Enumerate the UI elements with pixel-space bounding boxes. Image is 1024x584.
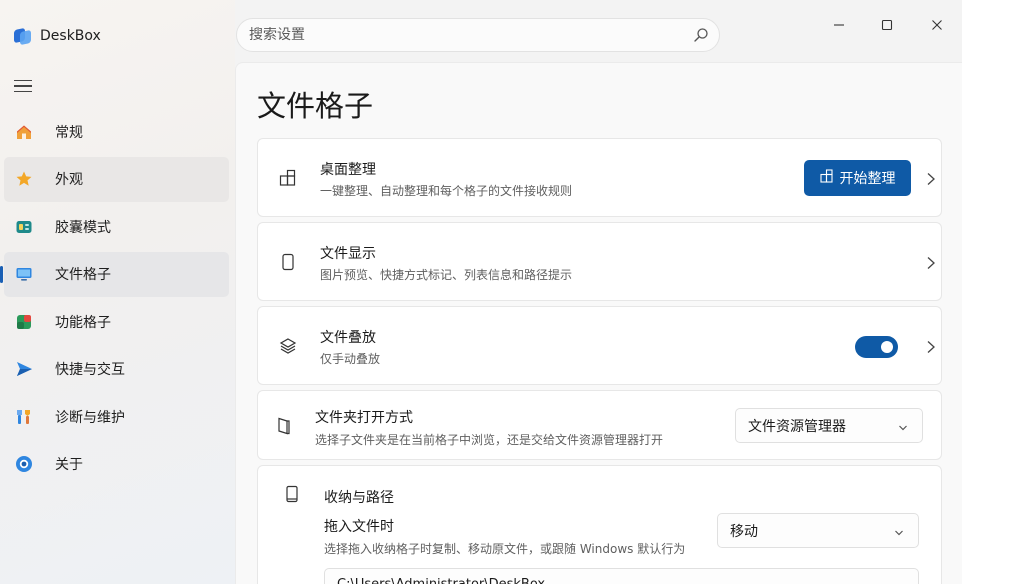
chevron-right-icon[interactable]	[925, 339, 937, 353]
drag-setting-title: 拖入文件时	[324, 519, 394, 535]
sidebar-item-appearance[interactable]: 外观	[4, 156, 229, 202]
sidebar-item-shortcuts[interactable]: 快捷与交互	[4, 347, 229, 392]
app-name: DeskBox	[40, 28, 101, 44]
capsule-icon	[14, 217, 34, 237]
phone-icon	[282, 484, 302, 504]
sidebar-item-label: 快捷与交互	[55, 362, 125, 378]
card-description: 仅手动叠放	[320, 352, 381, 366]
sidebar-item-function-grid[interactable]: 功能格子	[4, 299, 229, 344]
chevron-down-icon	[894, 526, 904, 536]
sidebar-item-general[interactable]: 常规	[4, 109, 229, 154]
info-icon	[14, 454, 34, 474]
search-icon[interactable]	[693, 27, 709, 43]
chevron-right-icon[interactable]	[925, 255, 937, 269]
sidebar: DeskBox 常规 外观 胶囊模式 文件格子 功能格子 快捷与交互 诊断与维护…	[0, 0, 235, 584]
star-icon	[14, 169, 34, 189]
toggle-knob	[881, 341, 893, 353]
minimize-icon	[833, 16, 845, 35]
tools-icon	[14, 407, 34, 427]
select-value: 移动	[730, 523, 758, 540]
sidebar-item-label: 诊断与维护	[55, 409, 125, 426]
maximize-icon	[881, 16, 893, 35]
sidebar-item-label: 关于	[55, 457, 83, 473]
card-folder-open-mode: 文件夹打开方式 选择子文件夹是在当前格子中浏览，还是交给文件资源管理器打开 文件…	[257, 390, 942, 460]
chevron-right-icon[interactable]	[925, 171, 937, 185]
card-title: 文件显示	[320, 246, 376, 262]
monitor-icon	[14, 264, 34, 284]
card-title: 文件叠放	[320, 330, 376, 346]
card-description: 选择子文件夹是在当前格子中浏览，还是交给文件资源管理器打开	[315, 433, 664, 447]
sidebar-item-diagnostics[interactable]: 诊断与维护	[4, 394, 229, 439]
main-content: 文件格子 桌面整理 一键整理、自动整理和每个格子的文件接收规则 开始整理 文件显…	[235, 62, 962, 584]
minimize-button[interactable]	[816, 10, 862, 40]
organize-grid-icon	[819, 169, 834, 187]
card-file-display[interactable]: 文件显示 图片预览、快捷方式标记、列表信息和路径提示	[257, 222, 942, 301]
sidebar-item-label: 功能格子	[55, 314, 111, 331]
folder-open-icon	[274, 416, 294, 436]
search-box[interactable]	[236, 18, 720, 52]
desktop-background	[962, 0, 1024, 584]
app-window: DeskBox 常规 外观 胶囊模式 文件格子 功能格子 快捷与交互 诊断与维护…	[0, 0, 962, 584]
page-title: 文件格子	[257, 89, 374, 123]
storage-path-input[interactable]	[324, 568, 919, 584]
start-organize-button[interactable]: 开始整理	[804, 160, 911, 196]
card-title: 桌面整理	[320, 162, 376, 178]
sidebar-item-label: 文件格子	[55, 267, 111, 283]
app-title: DeskBox	[14, 26, 101, 46]
button-label: 开始整理	[839, 171, 896, 187]
drag-setting-description: 选择拖入收纳格子时复制、移动原文件，或跟随 Windows 默认行为	[324, 542, 686, 556]
app-logo-icon	[14, 27, 32, 46]
card-description: 一键整理、自动整理和每个格子的文件接收规则	[320, 184, 573, 198]
card-desktop-organize[interactable]: 桌面整理 一键整理、自动整理和每个格子的文件接收规则 开始整理	[257, 138, 942, 217]
sidebar-item-label: 常规	[55, 124, 83, 141]
close-button[interactable]	[914, 10, 960, 40]
select-value: 文件资源管理器	[748, 418, 846, 435]
close-icon	[931, 16, 943, 35]
card-title: 收纳与路径	[324, 490, 394, 506]
drag-behavior-select[interactable]: 移动	[717, 513, 919, 548]
card-description: 图片预览、快捷方式标记、列表信息和路径提示	[320, 268, 573, 282]
chevron-down-icon	[898, 421, 908, 431]
card-file-stack[interactable]: 文件叠放 仅手动叠放	[257, 306, 942, 385]
folder-open-select[interactable]: 文件资源管理器	[735, 408, 923, 443]
sidebar-item-file-grid[interactable]: 文件格子	[0, 251, 229, 297]
layers-icon	[278, 336, 298, 356]
card-title: 文件夹打开方式	[315, 410, 413, 426]
card-storage-path: 收纳与路径 拖入文件时 选择拖入收纳格子时复制、移动原文件，或跟随 Window…	[257, 465, 942, 584]
search-input[interactable]	[249, 27, 679, 43]
sidebar-item-capsule-mode[interactable]: 胶囊模式	[4, 204, 229, 249]
phone-icon	[278, 252, 298, 272]
sidebar-nav: 常规 外观 胶囊模式 文件格子 功能格子 快捷与交互 诊断与维护 关于	[0, 109, 235, 489]
organize-grid-icon	[278, 168, 298, 188]
send-icon	[14, 359, 34, 379]
sidebar-item-about[interactable]: 关于	[4, 442, 229, 487]
menu-toggle-icon[interactable]	[14, 77, 34, 95]
home-icon	[14, 122, 34, 142]
sidebar-item-label: 胶囊模式	[55, 219, 111, 236]
file-stack-toggle[interactable]	[855, 336, 898, 358]
sidebar-item-label: 外观	[55, 172, 83, 188]
maximize-button[interactable]	[864, 10, 910, 40]
blocks-icon	[14, 312, 34, 332]
